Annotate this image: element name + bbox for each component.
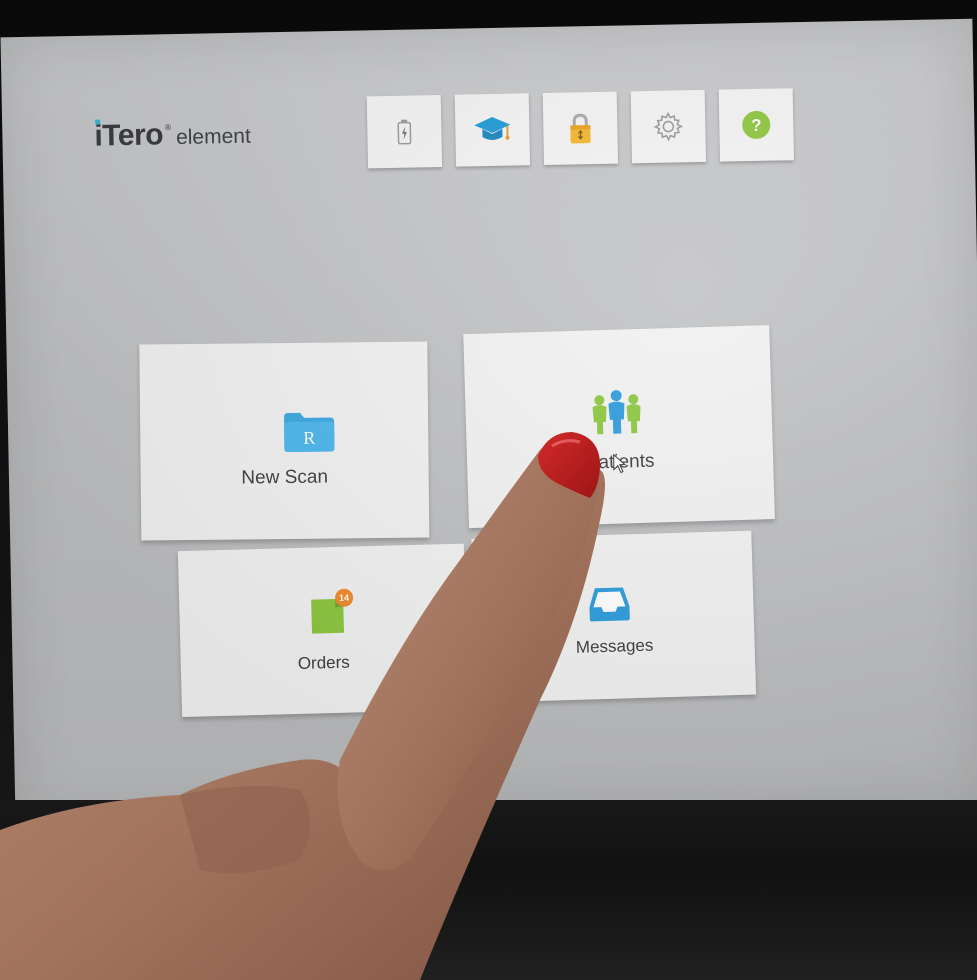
help-icon: ? (742, 110, 771, 139)
messages-label: Messages (575, 635, 654, 657)
orders-label: Orders (297, 652, 351, 673)
padlock-icon (570, 113, 591, 144)
inbox-tray-icon (587, 584, 632, 627)
top-toolbar: ? (366, 88, 795, 169)
messages-tile[interactable]: Messages (471, 530, 757, 703)
rx-folder-icon: R (282, 410, 336, 457)
app-logo: iTero ® element (94, 117, 251, 154)
orders-document-icon: 14 (309, 588, 354, 636)
battery-charging-icon (397, 119, 412, 145)
battery-button[interactable] (366, 94, 443, 169)
help-icon-glyph: ? (751, 116, 762, 135)
learning-center-button[interactable] (454, 93, 531, 167)
help-button[interactable]: ? (718, 88, 795, 162)
logo-registered-mark: ® (163, 123, 172, 133)
mouse-pointer-icon (613, 453, 627, 474)
rx-glyph: R (303, 428, 315, 448)
new-scan-tile[interactable]: R New Scan (139, 341, 430, 541)
logo-suffix: element (175, 124, 252, 150)
touch-screen: iTero ® element ? R New Scan 14 Orders M… (0, 18, 977, 828)
orders-count-badge: 14 (334, 588, 354, 607)
patients-tile[interactable]: Patients (463, 325, 775, 529)
orders-tile[interactable]: 14 Orders (177, 543, 469, 718)
gear-icon (653, 111, 684, 142)
graduation-cap-icon (474, 116, 511, 140)
monitor-bezel-bottom (0, 800, 977, 980)
logo-brand-text: iTero (94, 118, 164, 153)
logo-dot (95, 119, 101, 125)
lock-button[interactable] (542, 91, 619, 165)
new-scan-label: New Scan (241, 466, 329, 489)
photo-scene: iTero ® element ? R New Scan 14 Orders M… (0, 0, 977, 980)
logo-brand: iTero (94, 118, 163, 153)
settings-button[interactable] (630, 89, 707, 164)
patients-group-icon (589, 389, 644, 441)
